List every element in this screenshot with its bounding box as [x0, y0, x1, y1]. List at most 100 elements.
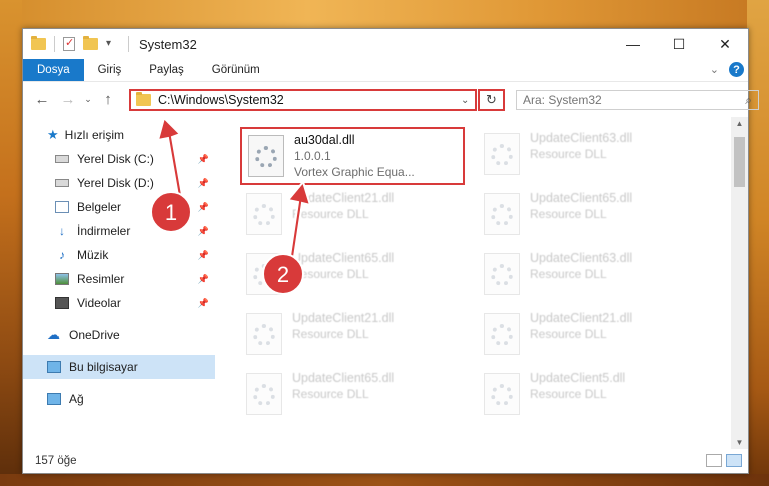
pin-icon[interactable]: 📌	[198, 202, 209, 213]
file-description: Resource DLL	[530, 207, 607, 221]
drive-icon	[55, 179, 69, 187]
pin-icon[interactable]: 📌	[198, 250, 209, 261]
music-icon: ♪	[59, 248, 65, 262]
pin-icon[interactable]: 📌	[198, 298, 209, 309]
file-item[interactable]: UpdateClient65.dll Resource DLL	[478, 187, 703, 245]
sidebar-item-onedrive[interactable]: ☁ OneDrive	[23, 323, 215, 347]
pin-icon[interactable]: 📌	[198, 178, 209, 189]
sidebar-item-music[interactable]: ♪ Müzik 📌	[23, 243, 215, 267]
tab-view[interactable]: Görünüm	[198, 59, 274, 81]
forward-button[interactable]: →	[55, 91, 81, 108]
folder-icon	[136, 92, 151, 106]
window-title: System32	[139, 36, 197, 52]
file-description: Resource DLL	[530, 387, 607, 401]
sidebar-item-quick-access[interactable]: ★ Hızlı erişim	[23, 123, 215, 147]
desktop-background-bottom	[0, 474, 769, 486]
search-input[interactable]	[523, 93, 746, 107]
customize-toolbar-icon[interactable]: ▾	[106, 38, 120, 50]
drive-icon	[55, 155, 69, 163]
file-item-au30dal[interactable]: au30dal.dll 1.0.0.1 Vortex Graphic Equa.…	[240, 127, 465, 185]
address-text[interactable]: C:\Windows\System32	[158, 93, 461, 107]
file-item[interactable]: UpdateClient65.dll Resource DLL	[240, 367, 465, 425]
search-box[interactable]: ⌕	[516, 90, 759, 110]
sidebar-item-label: Müzik	[77, 248, 109, 262]
dll-file-icon	[246, 313, 282, 355]
back-button[interactable]: ←	[29, 91, 55, 108]
pictures-icon	[55, 273, 69, 285]
dll-file-icon	[484, 313, 520, 355]
close-button[interactable]: ✕	[702, 29, 748, 59]
tab-share[interactable]: Paylaş	[135, 59, 198, 81]
scroll-thumb[interactable]	[734, 137, 745, 187]
sidebar-item-label: Yerel Disk (C:)	[77, 152, 154, 166]
divider	[128, 36, 129, 52]
sidebar-item-label: Belgeler	[77, 200, 122, 214]
file-name: UpdateClient63.dll	[530, 131, 633, 145]
computer-icon	[47, 361, 61, 373]
file-list: au30dal.dll 1.0.0.1 Vortex Graphic Equa.…	[215, 117, 748, 449]
address-dropdown-icon[interactable]: ⌄	[461, 95, 475, 106]
sidebar-item-videos[interactable]: Videolar 📌	[23, 291, 215, 315]
file-item[interactable]: UpdateClient21.dll Resource DLL	[478, 307, 703, 365]
file-item[interactable]: UpdateClient63.dll Resource DLL	[478, 247, 703, 305]
sidebar-item-downloads[interactable]: ↓ İndirmeler 📌	[23, 219, 215, 243]
up-button[interactable]: ↑	[95, 91, 121, 108]
search-icon[interactable]: ⌕	[745, 93, 752, 108]
file-item[interactable]: UpdateClient63.dll Resource DLL	[478, 127, 703, 185]
file-name: UpdateClient5.dll	[530, 371, 626, 385]
file-description: Resource DLL	[292, 327, 369, 341]
documents-icon	[55, 201, 69, 213]
help-button[interactable]: ?	[729, 62, 744, 77]
sidebar-item-local-disk-d[interactable]: Yerel Disk (D:) 📌	[23, 171, 215, 195]
desktop-background-top	[0, 0, 769, 28]
sidebar-item-label: Videolar	[77, 296, 121, 310]
sidebar-item-this-pc[interactable]: Bu bilgisayar	[23, 355, 215, 379]
dll-file-icon	[484, 373, 520, 415]
sidebar-item-label: Resimler	[77, 272, 125, 286]
file-name: UpdateClient21.dll	[292, 311, 395, 325]
sidebar-item-label: İndirmeler	[77, 224, 131, 238]
dll-file-icon	[484, 193, 520, 235]
desktop-background-right	[747, 0, 769, 486]
expand-ribbon-chevron-icon[interactable]: ⌄	[710, 63, 719, 76]
pin-icon[interactable]: 📌	[198, 226, 209, 237]
maximize-button[interactable]: ☐	[656, 29, 702, 59]
vertical-scrollbar[interactable]: ▲ ▼	[731, 117, 748, 449]
pin-icon[interactable]: 📌	[198, 274, 209, 285]
ribbon-tabs: Dosya Giriş Paylaş Görünüm ⌄ ?	[23, 59, 748, 81]
sidebar-item-local-disk-c[interactable]: Yerel Disk (C:) 📌	[23, 147, 215, 171]
pin-icon[interactable]: 📌	[198, 154, 209, 165]
sidebar-item-label: Yerel Disk (D:)	[77, 176, 154, 190]
explorer-window: ▾ System32 — ☐ ✕ Dosya Giriş Paylaş Görü…	[22, 28, 759, 474]
scroll-down-icon[interactable]: ▼	[731, 438, 748, 447]
scroll-up-icon[interactable]: ▲	[731, 119, 748, 128]
properties-icon[interactable]	[63, 36, 75, 51]
folder-icon[interactable]	[31, 36, 46, 50]
navigation-pane: ★ Hızlı erişim Yerel Disk (C:) 📌 Yerel D…	[23, 117, 215, 449]
dll-file-icon	[484, 253, 520, 295]
file-item[interactable]: UpdateClient5.dll Resource DLL	[478, 367, 703, 425]
details-view-icon[interactable]	[706, 454, 722, 467]
file-item[interactable]: UpdateClient21.dll Resource DLL	[240, 187, 465, 245]
sidebar-item-label: Hızlı erişim	[64, 128, 124, 142]
sidebar-item-label: OneDrive	[69, 328, 120, 342]
new-folder-icon[interactable]	[83, 36, 98, 50]
dll-file-icon	[246, 253, 282, 295]
address-bar[interactable]: C:\Windows\System32 ⌄	[129, 89, 477, 111]
tab-home[interactable]: Giriş	[84, 59, 136, 81]
recent-locations-chevron-icon[interactable]: ⌄	[81, 94, 95, 105]
explorer-body: ★ Hızlı erişim Yerel Disk (C:) 📌 Yerel D…	[23, 117, 748, 449]
tiles-view-icon[interactable]	[726, 454, 742, 467]
sidebar-item-network[interactable]: Ağ	[23, 387, 215, 411]
quick-access-toolbar: ▾	[31, 36, 129, 52]
file-item[interactable]: UpdateClient21.dll Resource DLL	[240, 307, 465, 365]
title-bar: ▾ System32 — ☐ ✕	[23, 29, 748, 59]
minimize-button[interactable]: —	[610, 29, 656, 59]
tab-file[interactable]: Dosya	[23, 59, 84, 81]
refresh-button[interactable]: ↻	[478, 89, 505, 111]
sidebar-item-pictures[interactable]: Resimler 📌	[23, 267, 215, 291]
file-description: Resource DLL	[530, 147, 607, 161]
desktop-background-left	[0, 0, 22, 486]
file-item[interactable]: UpdateClient65.dll Resource DLL	[240, 247, 465, 305]
sidebar-item-documents[interactable]: Belgeler 📌	[23, 195, 215, 219]
